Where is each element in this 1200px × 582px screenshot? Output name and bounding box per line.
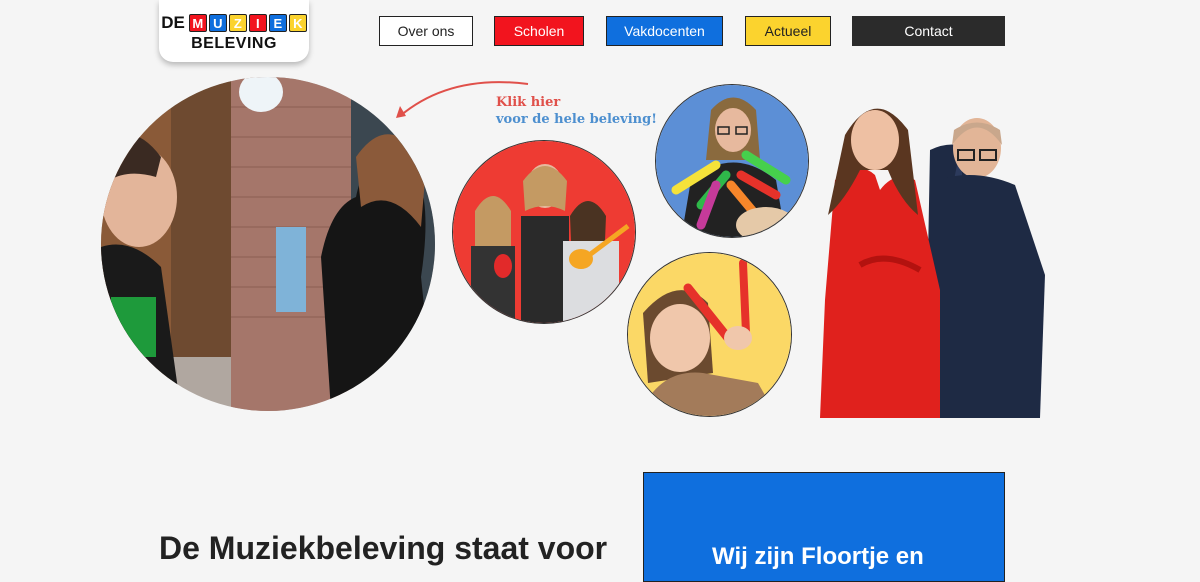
about-card: Wij zijn Floortje en [643,472,1005,582]
main-nav: Over ons Scholen Vakdocenten Actueel Con… [0,16,1200,46]
about-title: Wij zijn Floortje en [712,543,924,570]
nav-vakdocenten-button[interactable]: Vakdocenten [606,16,723,46]
intro-headline: De Muziekbeleving staat voor [159,530,608,566]
callout-line-2[interactable]: voor de hele beleving! [496,112,657,127]
ukulele-photo[interactable] [452,140,636,324]
child-boomwhacker-photo[interactable] [627,252,792,417]
nav-over-ons-button[interactable]: Over ons [379,16,473,46]
boomwhacker-teacher-photo[interactable] [655,84,809,238]
school-photo[interactable] [101,77,435,411]
nav-scholen-button[interactable]: Scholen [494,16,584,46]
team-photo[interactable] [800,90,1050,418]
nav-contact-button[interactable]: Contact [852,16,1005,46]
callout-line-1[interactable]: Klik hier [496,95,560,110]
nav-actueel-button[interactable]: Actueel [745,16,831,46]
